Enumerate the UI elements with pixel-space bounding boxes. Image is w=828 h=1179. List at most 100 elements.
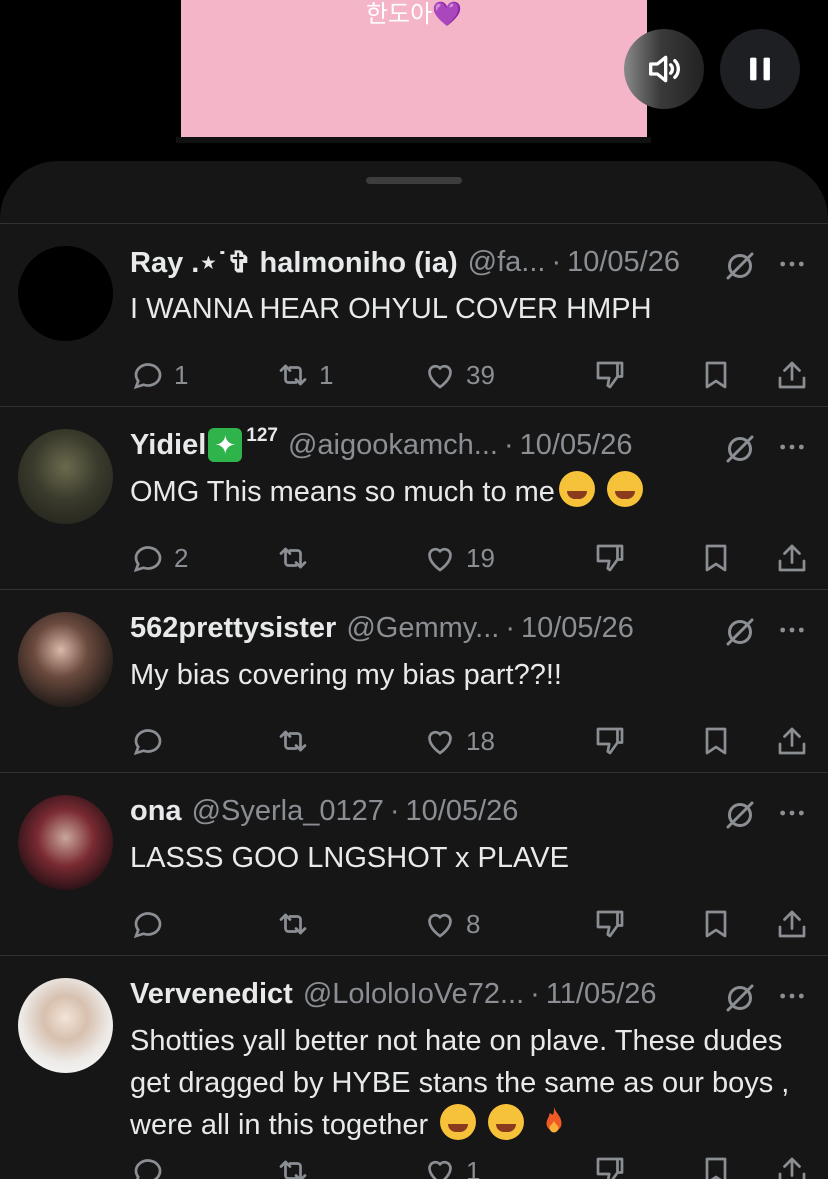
repost-button[interactable] [275, 906, 319, 942]
like-button[interactable]: 1 [422, 1153, 480, 1179]
avatar[interactable] [18, 612, 113, 707]
like-button[interactable]: 8 [422, 906, 480, 942]
bookmark-button[interactable] [698, 1153, 734, 1179]
grok-icon[interactable] [722, 614, 758, 650]
reply-text: My bias covering my bias part??!! [130, 654, 810, 696]
reply-button[interactable]: 1 [130, 357, 188, 393]
thumbs-down-icon [596, 910, 624, 938]
reply-item[interactable]: 562prettysister @Gemmy... · 10/05/26 My … [0, 590, 828, 773]
bookmark-button[interactable] [698, 723, 734, 759]
reply-date[interactable]: 10/05/26 [520, 429, 633, 462]
avatar[interactable] [18, 795, 113, 890]
display-name[interactable]: 562prettysister [130, 612, 336, 645]
reply-item[interactable]: Ray .⋆˙✞ halmoniho (ia) @fa... · 10/05/2… [0, 224, 828, 407]
thumbs-down-icon [596, 544, 624, 572]
downvote-button[interactable] [592, 540, 628, 576]
separator-dot: · [551, 245, 562, 278]
grok-icon[interactable] [722, 248, 758, 284]
bookmark-button[interactable] [698, 357, 734, 393]
thumbs-down-icon [596, 1157, 624, 1179]
more-options-icon[interactable] [776, 614, 808, 646]
avatar[interactable] [18, 978, 113, 1073]
reply-button[interactable] [130, 906, 174, 942]
user-handle[interactable]: @aigookamch... [288, 429, 498, 462]
share-button[interactable] [774, 1153, 810, 1179]
share-icon [778, 361, 806, 389]
downvote-button[interactable] [592, 357, 628, 393]
like-button[interactable]: 18 [422, 723, 495, 759]
pause-button[interactable] [720, 29, 800, 109]
downvote-button[interactable] [592, 906, 628, 942]
reply-date[interactable]: 10/05/26 [521, 612, 634, 645]
reply-button[interactable]: 2 [130, 540, 188, 576]
reply-date[interactable]: 10/05/26 [567, 246, 680, 279]
sheet-drag-handle[interactable] [366, 177, 462, 184]
avatar[interactable] [18, 246, 113, 341]
bookmark-button[interactable] [698, 540, 734, 576]
share-button[interactable] [774, 540, 810, 576]
display-name[interactable]: Ray .⋆˙✞ halmoniho (ia) [130, 245, 458, 280]
reply-item[interactable]: Yidiel ✦ 127 @aigookamch... · 10/05/26 O… [0, 407, 828, 590]
reply-date[interactable]: 10/05/26 [406, 795, 519, 828]
heart-icon [428, 1160, 452, 1179]
like-count: 1 [466, 1155, 481, 1179]
grok-icon[interactable] [722, 431, 758, 467]
repost-icon [279, 364, 307, 386]
volume-button[interactable] [624, 29, 704, 109]
avatar[interactable] [18, 429, 113, 524]
more-options-icon[interactable] [776, 431, 808, 463]
user-handle[interactable]: @fa... [468, 246, 546, 279]
repost-button[interactable]: 1 [275, 357, 333, 393]
like-count: 8 [466, 908, 481, 939]
action-bar: 1 1 39 [130, 357, 810, 397]
bookmark-button[interactable] [698, 906, 734, 942]
like-button[interactable]: 19 [422, 540, 495, 576]
reply-text-content: OMG This means so much to me [130, 476, 555, 508]
profile-number-badge: 127 [246, 425, 278, 446]
tears-of-joy-emoji [488, 1104, 525, 1140]
volume-icon [649, 55, 680, 83]
user-handle[interactable]: @Syerla_0127 [192, 795, 384, 828]
grok-icon[interactable] [722, 980, 758, 1016]
downvote-button[interactable] [592, 1153, 628, 1179]
share-icon [778, 727, 806, 755]
user-handle[interactable]: @Gemmy... [346, 612, 499, 645]
video-caption: 한도아💜 [365, 1, 463, 28]
bookmark-icon [705, 1157, 727, 1179]
display-name[interactable]: Yidiel [130, 429, 206, 462]
repost-icon [279, 730, 307, 752]
display-name[interactable]: ona [130, 795, 182, 828]
more-options-icon[interactable] [776, 248, 808, 280]
like-count: 18 [466, 725, 495, 756]
reply-button[interactable] [130, 723, 174, 759]
reply-date[interactable]: 11/05/26 [546, 978, 657, 1011]
reply-text: Shotties yall better not hate on plave. … [130, 1020, 810, 1146]
reply-item[interactable]: Vervenedict @LololoIoVe72... · 11/05/26 … [0, 956, 828, 1179]
reply-item[interactable]: ona @Syerla_0127 · 10/05/26 LASSS GOO LN… [0, 773, 828, 956]
loudly-crying-face-emoji [558, 471, 595, 507]
bookmark-icon [705, 727, 727, 755]
share-button[interactable] [774, 906, 810, 942]
share-icon [778, 910, 806, 938]
user-handle[interactable]: @LololoIoVe72... [303, 978, 524, 1011]
share-icon [778, 1157, 806, 1179]
video-player[interactable]: 한도아💜 [181, 0, 647, 137]
repost-button[interactable] [275, 723, 319, 759]
replies-sheet: Ray .⋆˙✞ halmoniho (ia) @fa... · 10/05/2… [0, 161, 828, 1179]
repost-button[interactable] [275, 540, 319, 576]
more-options-icon[interactable] [776, 980, 808, 1012]
like-button[interactable]: 39 [422, 357, 495, 393]
display-name[interactable]: Vervenedict [130, 978, 293, 1011]
repost-button[interactable] [275, 1153, 319, 1179]
loudly-crying-face-emoji [607, 471, 643, 507]
heart-icon [428, 364, 452, 389]
reply-text-content: My bias covering my bias part??!! [130, 659, 562, 691]
reply-header: Yidiel ✦ 127 @aigookamch... · 10/05/26 [130, 425, 700, 463]
share-button[interactable] [774, 723, 810, 759]
action-bar: 1 [130, 1153, 810, 1179]
grok-icon[interactable] [722, 797, 758, 833]
reply-button[interactable] [130, 1153, 174, 1179]
share-button[interactable] [774, 357, 810, 393]
downvote-button[interactable] [592, 723, 628, 759]
more-options-icon[interactable] [776, 797, 808, 829]
